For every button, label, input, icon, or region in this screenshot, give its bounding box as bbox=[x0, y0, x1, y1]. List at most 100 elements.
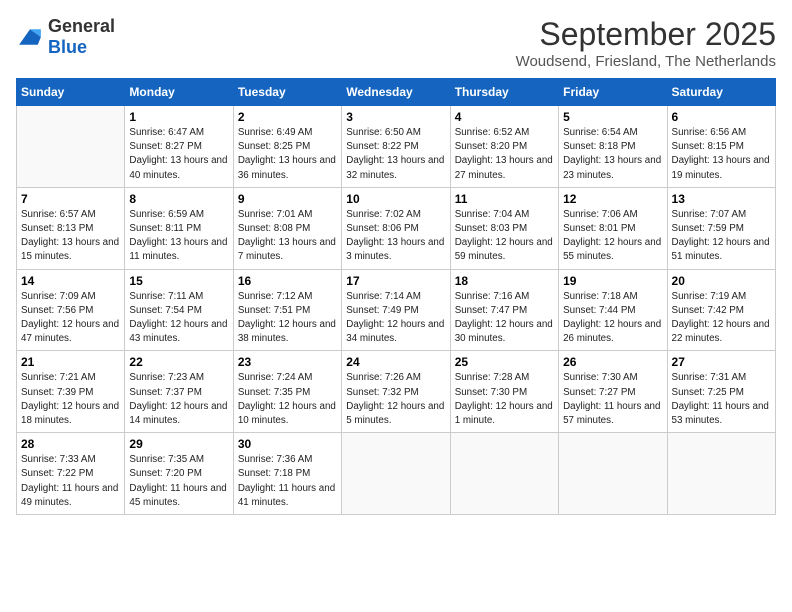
day-cell: 20 Sunrise: 7:19 AMSunset: 7:42 PMDayligh… bbox=[667, 269, 775, 351]
title-block: September 2025 Woudsend, Friesland, The … bbox=[516, 16, 776, 70]
day-number: 1 bbox=[129, 110, 228, 124]
day-number: 23 bbox=[238, 355, 337, 369]
day-info: Sunrise: 7:09 AMSunset: 7:56 PMDaylight:… bbox=[21, 290, 120, 347]
location-title: Woudsend, Friesland, The Netherlands bbox=[516, 53, 776, 70]
day-number: 28 bbox=[21, 437, 120, 451]
day-info: Sunrise: 7:33 AMSunset: 7:22 PMDaylight:… bbox=[21, 453, 120, 510]
day-number: 5 bbox=[563, 110, 662, 124]
day-cell: 2 Sunrise: 6:49 AMSunset: 8:25 PMDaylight… bbox=[233, 106, 341, 188]
day-cell: 22 Sunrise: 7:23 AMSunset: 7:37 PMDayligh… bbox=[125, 351, 233, 433]
day-number: 2 bbox=[238, 110, 337, 124]
day-info: Sunrise: 7:26 AMSunset: 7:32 PMDaylight:… bbox=[346, 371, 445, 428]
day-number: 13 bbox=[672, 192, 771, 206]
logo-text: General Blue bbox=[48, 16, 115, 58]
day-cell: 27Sunrise: 7:31 AMSunset: 7:25 PMDayligh… bbox=[667, 351, 775, 433]
day-info: Sunrise: 6:49 AMSunset: 8:25 PMDaylight:… bbox=[238, 126, 337, 183]
header-day-monday: Monday bbox=[125, 79, 233, 106]
day-info: Sunrise: 7:36 AMSunset: 7:18 PMDaylight:… bbox=[238, 453, 337, 510]
day-info: Sunrise: 7:04 AMSunset: 8:03 PMDaylight:… bbox=[455, 208, 554, 265]
day-cell: 29 Sunrise: 7:35 AMSunset: 7:20 PMDayligh… bbox=[125, 433, 233, 515]
day-info: Sunrise: 7:06 AMSunset: 8:01 PMDaylight:… bbox=[563, 208, 662, 265]
week-row-0: 1 Sunrise: 6:47 AMSunset: 8:27 PMDaylight… bbox=[17, 106, 776, 188]
day-number: 15 bbox=[129, 274, 228, 288]
header-day-friday: Friday bbox=[559, 79, 667, 106]
day-info: Sunrise: 7:19 AMSunset: 7:42 PMDaylight:… bbox=[672, 290, 771, 347]
logo-general: General bbox=[48, 16, 115, 36]
day-number: 16 bbox=[238, 274, 337, 288]
day-info: Sunrise: 7:30 AMSunset: 7:27 PMDaylight:… bbox=[563, 371, 662, 428]
week-row-3: 21 Sunrise: 7:21 AMSunset: 7:39 PMDayligh… bbox=[17, 351, 776, 433]
day-number: 18 bbox=[455, 274, 554, 288]
day-cell: 23Sunrise: 7:24 AMSunset: 7:35 PMDayligh… bbox=[233, 351, 341, 433]
day-info: Sunrise: 7:28 AMSunset: 7:30 PMDaylight:… bbox=[455, 371, 554, 428]
day-cell: 28 Sunrise: 7:33 AMSunset: 7:22 PMDayligh… bbox=[17, 433, 125, 515]
calendar-table: SundayMondayTuesdayWednesdayThursdayFrid… bbox=[16, 78, 776, 515]
day-cell: 10 Sunrise: 7:02 AMSunset: 8:06 PMDayligh… bbox=[342, 187, 450, 269]
day-number: 24 bbox=[346, 355, 445, 369]
day-number: 10 bbox=[346, 192, 445, 206]
logo-icon bbox=[16, 26, 44, 48]
day-cell: 19Sunrise: 7:18 AMSunset: 7:44 PMDayligh… bbox=[559, 269, 667, 351]
day-info: Sunrise: 6:57 AMSunset: 8:13 PMDaylight:… bbox=[21, 208, 120, 265]
day-cell: 26 Sunrise: 7:30 AMSunset: 7:27 PMDayligh… bbox=[559, 351, 667, 433]
day-info: Sunrise: 6:50 AMSunset: 8:22 PMDaylight:… bbox=[346, 126, 445, 183]
day-info: Sunrise: 6:47 AMSunset: 8:27 PMDaylight:… bbox=[129, 126, 228, 183]
day-cell: 8 Sunrise: 6:59 AMSunset: 8:11 PMDaylight… bbox=[125, 187, 233, 269]
week-row-1: 7 Sunrise: 6:57 AMSunset: 8:13 PMDaylight… bbox=[17, 187, 776, 269]
day-cell: 5Sunrise: 6:54 AMSunset: 8:18 PMDaylight… bbox=[559, 106, 667, 188]
day-cell: 4 Sunrise: 6:52 AMSunset: 8:20 PMDaylight… bbox=[450, 106, 558, 188]
day-info: Sunrise: 7:07 AMSunset: 7:59 PMDaylight:… bbox=[672, 208, 771, 265]
day-cell: 11 Sunrise: 7:04 AMSunset: 8:03 PMDayligh… bbox=[450, 187, 558, 269]
day-info: Sunrise: 7:12 AMSunset: 7:51 PMDaylight:… bbox=[238, 290, 337, 347]
day-cell: 25 Sunrise: 7:28 AMSunset: 7:30 PMDayligh… bbox=[450, 351, 558, 433]
day-number: 20 bbox=[672, 274, 771, 288]
week-row-2: 14 Sunrise: 7:09 AMSunset: 7:56 PMDayligh… bbox=[17, 269, 776, 351]
day-cell: 6Sunrise: 6:56 AMSunset: 8:15 PMDaylight… bbox=[667, 106, 775, 188]
day-number: 26 bbox=[563, 355, 662, 369]
day-cell: 1 Sunrise: 6:47 AMSunset: 8:27 PMDaylight… bbox=[125, 106, 233, 188]
day-number: 29 bbox=[129, 437, 228, 451]
day-number: 6 bbox=[672, 110, 771, 124]
header-row: SundayMondayTuesdayWednesdayThursdayFrid… bbox=[17, 79, 776, 106]
day-info: Sunrise: 7:01 AMSunset: 8:08 PMDaylight:… bbox=[238, 208, 337, 265]
day-number: 14 bbox=[21, 274, 120, 288]
day-number: 21 bbox=[21, 355, 120, 369]
day-number: 3 bbox=[346, 110, 445, 124]
day-number: 11 bbox=[455, 192, 554, 206]
day-number: 12 bbox=[563, 192, 662, 206]
day-info: Sunrise: 7:23 AMSunset: 7:37 PMDaylight:… bbox=[129, 371, 228, 428]
week-row-4: 28 Sunrise: 7:33 AMSunset: 7:22 PMDayligh… bbox=[17, 433, 776, 515]
day-number: 8 bbox=[129, 192, 228, 206]
day-cell: 7 Sunrise: 6:57 AMSunset: 8:13 PMDaylight… bbox=[17, 187, 125, 269]
day-cell bbox=[450, 433, 558, 515]
day-number: 25 bbox=[455, 355, 554, 369]
day-info: Sunrise: 7:02 AMSunset: 8:06 PMDaylight:… bbox=[346, 208, 445, 265]
day-cell: 21 Sunrise: 7:21 AMSunset: 7:39 PMDayligh… bbox=[17, 351, 125, 433]
header-day-thursday: Thursday bbox=[450, 79, 558, 106]
day-info: Sunrise: 7:21 AMSunset: 7:39 PMDaylight:… bbox=[21, 371, 120, 428]
day-number: 9 bbox=[238, 192, 337, 206]
day-cell: 16 Sunrise: 7:12 AMSunset: 7:51 PMDayligh… bbox=[233, 269, 341, 351]
day-info: Sunrise: 7:18 AMSunset: 7:44 PMDaylight:… bbox=[563, 290, 662, 347]
day-cell: 9 Sunrise: 7:01 AMSunset: 8:08 PMDaylight… bbox=[233, 187, 341, 269]
month-title: September 2025 bbox=[516, 16, 776, 53]
day-cell: 15Sunrise: 7:11 AMSunset: 7:54 PMDayligh… bbox=[125, 269, 233, 351]
logo-blue: Blue bbox=[48, 37, 87, 57]
day-number: 7 bbox=[21, 192, 120, 206]
page-header: General Blue September 2025 Woudsend, Fr… bbox=[16, 16, 776, 70]
day-number: 4 bbox=[455, 110, 554, 124]
header-day-saturday: Saturday bbox=[667, 79, 775, 106]
day-cell: 3 Sunrise: 6:50 AMSunset: 8:22 PMDaylight… bbox=[342, 106, 450, 188]
header-day-tuesday: Tuesday bbox=[233, 79, 341, 106]
day-number: 22 bbox=[129, 355, 228, 369]
day-info: Sunrise: 6:52 AMSunset: 8:20 PMDaylight:… bbox=[455, 126, 554, 183]
day-number: 27 bbox=[672, 355, 771, 369]
day-cell: 12 Sunrise: 7:06 AMSunset: 8:01 PMDayligh… bbox=[559, 187, 667, 269]
day-cell bbox=[667, 433, 775, 515]
day-cell: 14 Sunrise: 7:09 AMSunset: 7:56 PMDayligh… bbox=[17, 269, 125, 351]
day-cell bbox=[559, 433, 667, 515]
day-info: Sunrise: 7:35 AMSunset: 7:20 PMDaylight:… bbox=[129, 453, 228, 510]
day-cell: 18Sunrise: 7:16 AMSunset: 7:47 PMDayligh… bbox=[450, 269, 558, 351]
day-info: Sunrise: 6:59 AMSunset: 8:11 PMDaylight:… bbox=[129, 208, 228, 265]
calendar-header: SundayMondayTuesdayWednesdayThursdayFrid… bbox=[17, 79, 776, 106]
